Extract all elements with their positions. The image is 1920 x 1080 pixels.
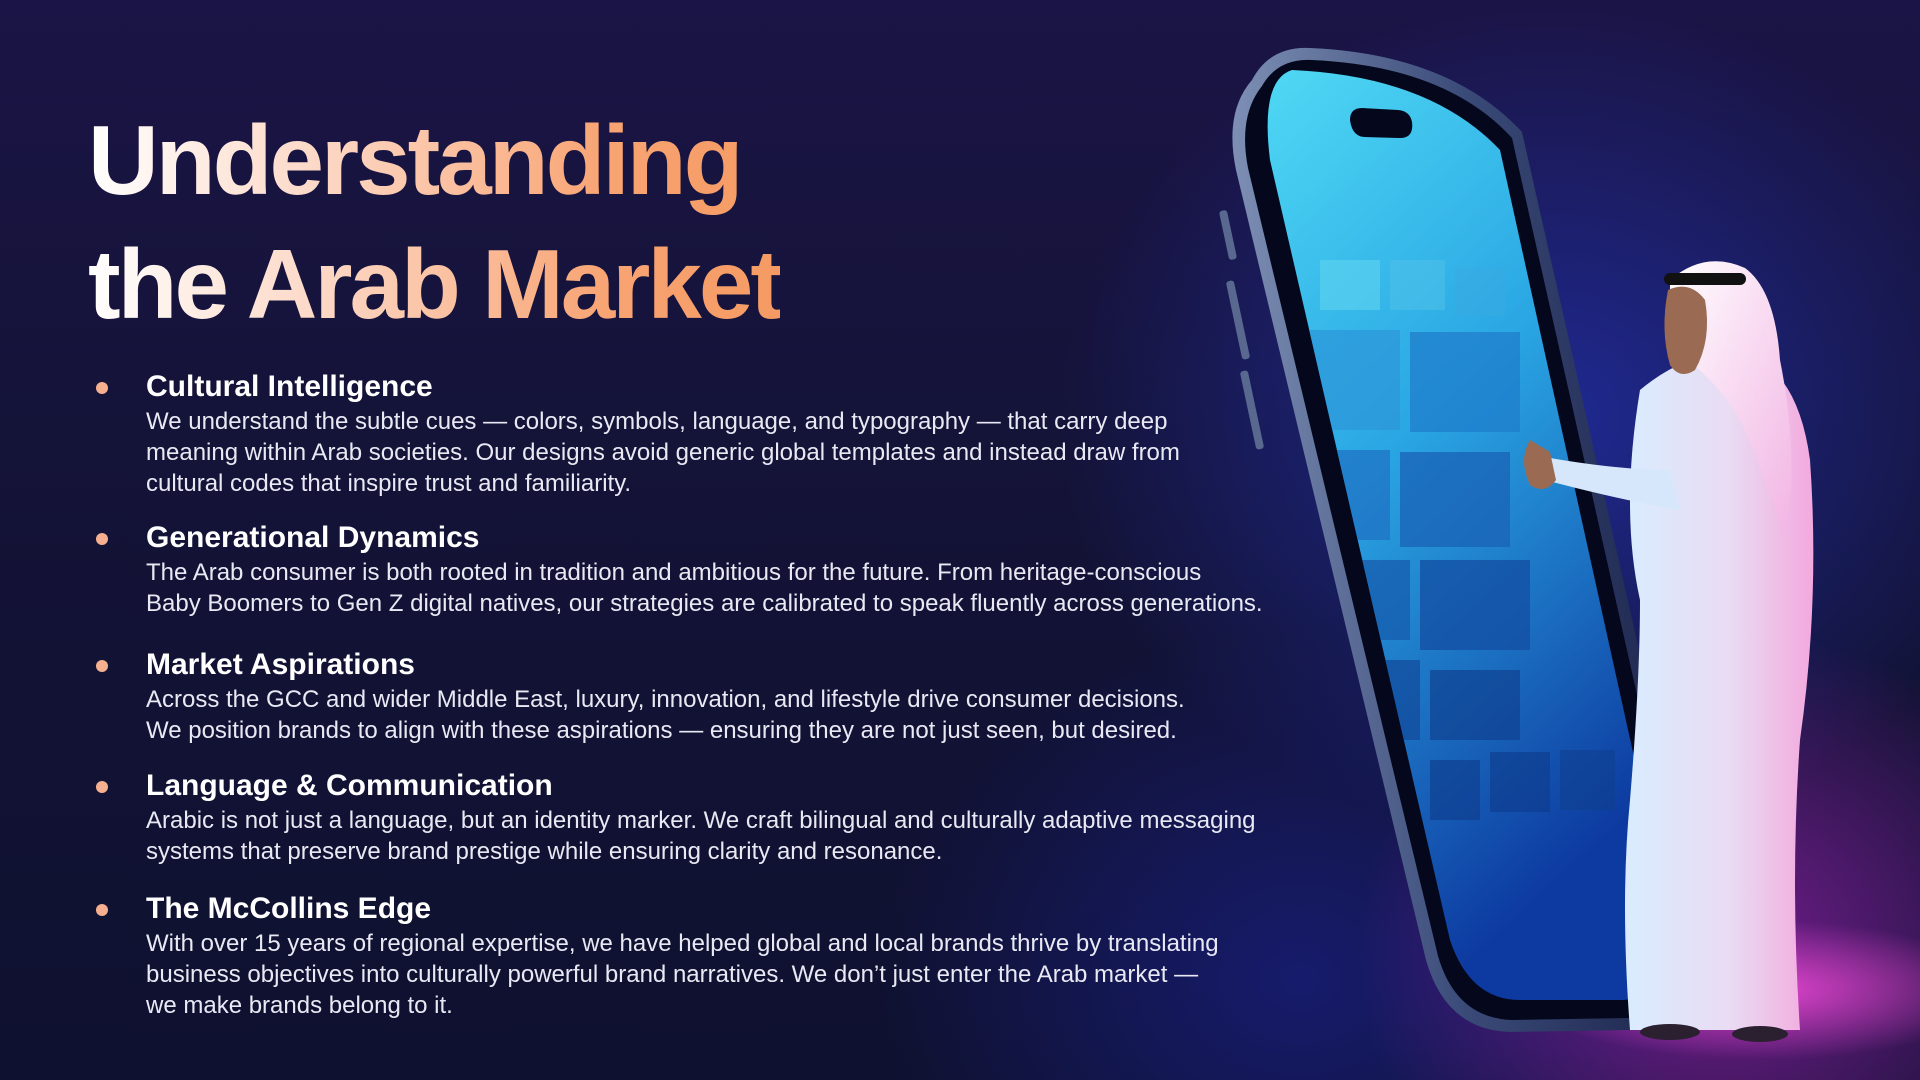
phone-illustration xyxy=(1219,47,1920,1060)
bullet-cultural-intelligence: Cultural Intelligence We understand the … xyxy=(96,368,1180,499)
bullet-dot-icon xyxy=(96,781,108,793)
bullet-dot-icon xyxy=(96,533,108,545)
bullet-text-line: With over 15 years of regional expertise… xyxy=(146,930,1219,957)
title-line-1: Understanding xyxy=(88,105,741,215)
bullet-text: We understand the subtle cues — colors, … xyxy=(146,406,1180,499)
bullet-text: The Arab consumer is both rooted in trad… xyxy=(146,557,1263,619)
bullet-text: With over 15 years of regional expertise… xyxy=(146,928,1219,1021)
bullet-text-line: we make brands belong to it. xyxy=(146,992,453,1019)
content-area: Understanding the Arab Market Cultural I… xyxy=(0,0,1340,1080)
bullet-text-line: meaning within Arab societies. Our desig… xyxy=(146,439,1180,466)
bullet-text-line: We understand the subtle cues — colors, … xyxy=(146,408,1168,435)
camera-notch-icon xyxy=(1350,108,1413,138)
bullet-heading: Cultural Intelligence xyxy=(146,370,433,403)
bullet-text: Across the GCC and wider Middle East, lu… xyxy=(146,684,1185,746)
bullet-dot-icon xyxy=(96,660,108,672)
bullet-text-line: Arabic is not just a language, but an id… xyxy=(146,807,1256,834)
bullet-text-line: We position brands to align with these a… xyxy=(146,717,1177,744)
bullet-text-line: Across the GCC and wider Middle East, lu… xyxy=(146,686,1185,713)
page-title: Understanding the Arab Market xyxy=(88,98,780,346)
bullet-market-aspirations: Market Aspirations Across the GCC and wi… xyxy=(96,646,1185,746)
bullet-generational-dynamics: Generational Dynamics The Arab consumer … xyxy=(96,519,1263,619)
bullet-text-line: business objectives into culturally powe… xyxy=(146,961,1199,988)
bullet-dot-icon xyxy=(96,904,108,916)
bullet-text-line: systems that preserve brand prestige whi… xyxy=(146,838,943,865)
bullet-dot-icon xyxy=(96,382,108,394)
bullet-heading: Generational Dynamics xyxy=(146,521,480,554)
bullet-heading: Language & Communication xyxy=(146,769,553,802)
bullet-text-line: The Arab consumer is both rooted in trad… xyxy=(146,559,1202,586)
bullet-mccollins-edge: The McCollins Edge With over 15 years of… xyxy=(96,890,1219,1021)
bullet-language-communication: Language & Communication Arabic is not j… xyxy=(96,767,1256,867)
bullet-text: Arabic is not just a language, but an id… xyxy=(146,805,1256,867)
bullet-heading: The McCollins Edge xyxy=(146,892,432,925)
title-line-2: the Arab Market xyxy=(88,229,781,339)
bullet-text-line: cultural codes that inspire trust and fa… xyxy=(146,470,632,497)
bullet-text-line: Baby Boomers to Gen Z digital natives, o… xyxy=(146,590,1263,617)
bullet-heading: Market Aspirations xyxy=(146,648,415,681)
